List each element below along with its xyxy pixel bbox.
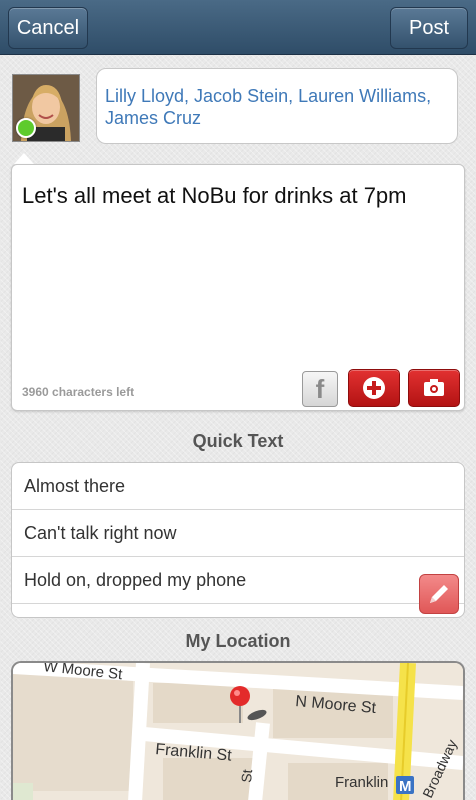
map-graphic: W Moore St N Moore St Franklin St St Fra…	[13, 663, 463, 800]
compose-pointer	[14, 153, 34, 164]
camera-icon	[424, 379, 444, 396]
online-status-icon	[16, 118, 36, 138]
plus-circle-icon	[363, 377, 385, 399]
pencil-icon	[430, 585, 448, 603]
recipients-line-2: James Cruz	[105, 108, 202, 128]
subway-icon: M	[399, 778, 412, 795]
message-text[interactable]: Let's all meet at NoBu for drinks at 7pm	[22, 183, 406, 209]
cancel-button[interactable]: Cancel	[8, 7, 88, 49]
map-label-franklin: Franklin	[335, 774, 388, 791]
list-item[interactable]: Can't talk right now	[12, 510, 464, 557]
recipients-field[interactable]: Lilly Lloyd, Jacob Stein, Lauren William…	[96, 68, 458, 144]
camera-button[interactable]	[408, 369, 460, 407]
list-item[interactable]: Hold on, dropped my phone	[12, 557, 464, 604]
recipients-line-1: Lilly Lloyd, Jacob Stein, Lauren William…	[105, 86, 432, 106]
characters-left: 3960 characters left	[22, 385, 135, 399]
quick-text-list: Almost there Can't talk right now Hold o…	[11, 462, 465, 618]
map-label-st: St	[238, 769, 255, 784]
add-attachment-button[interactable]	[348, 369, 400, 407]
edit-quick-text-button[interactable]	[419, 574, 459, 614]
list-item[interactable]: I'll be driving, can't text!	[12, 604, 464, 617]
facebook-button[interactable]: f	[302, 371, 338, 407]
quick-text-title: Quick Text	[192, 431, 284, 451]
list-item[interactable]: Almost there	[12, 463, 464, 510]
facebook-icon: f	[315, 374, 325, 404]
my-location-title: My Location	[185, 631, 291, 651]
location-pin-icon	[230, 686, 250, 706]
top-bar: Cancel Post	[0, 0, 476, 55]
location-map[interactable]: W Moore St N Moore St Franklin St St Fra…	[11, 661, 465, 800]
message-compose-box[interactable]: Let's all meet at NoBu for drinks at 7pm…	[11, 164, 465, 411]
post-button[interactable]: Post	[390, 7, 468, 49]
